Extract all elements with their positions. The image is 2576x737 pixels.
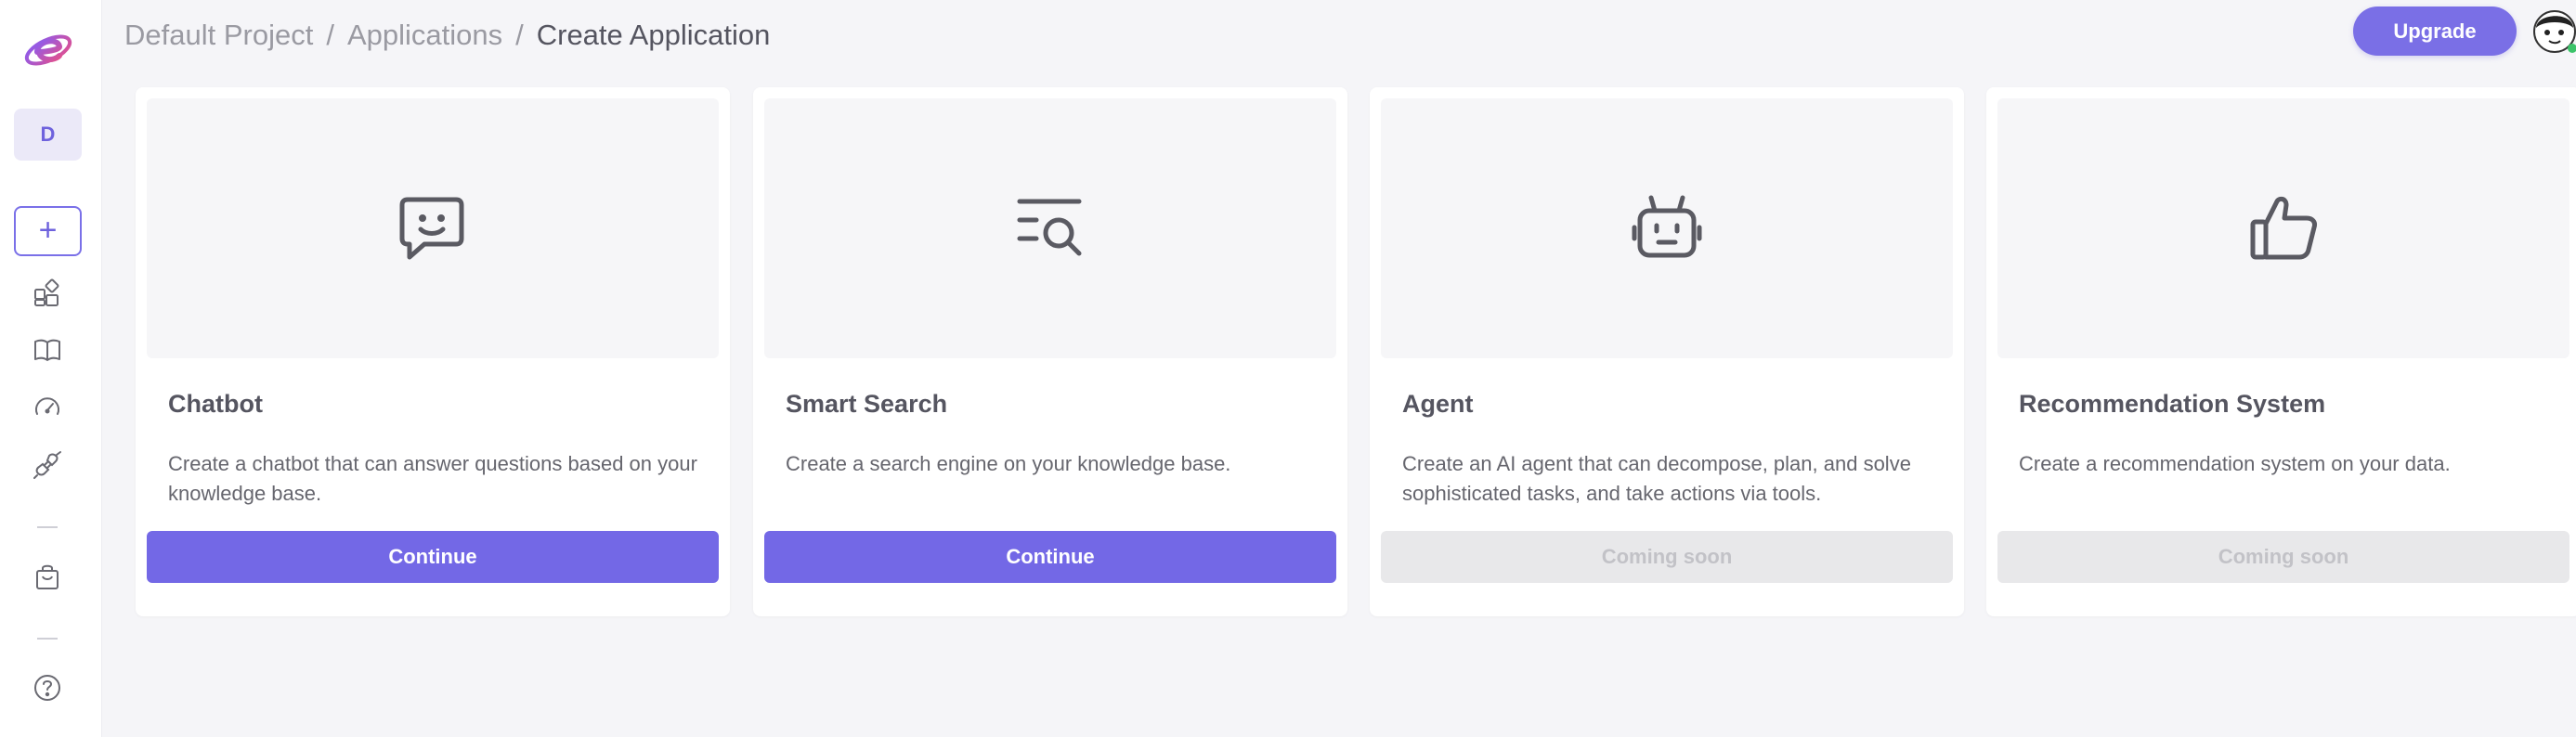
card-hero	[147, 98, 719, 358]
card-title: Recommendation System	[2019, 390, 2326, 418]
breadcrumb-item-applications[interactable]: Applications	[347, 19, 502, 52]
breadcrumb-current: Create Application	[536, 19, 771, 51]
card-description: Create a recommendation system on your d…	[2019, 452, 2451, 475]
breadcrumb-separator: /	[515, 19, 524, 51]
app-logo-icon[interactable]	[22, 24, 74, 74]
project-avatar[interactable]: D	[14, 109, 82, 161]
breadcrumb-item-project[interactable]: Default Project	[124, 19, 313, 52]
card-title: Smart Search	[786, 390, 948, 418]
breadcrumb-separator: /	[326, 19, 334, 51]
app-card-smart-search: Smart Search Create a search engine on y…	[753, 87, 1347, 616]
card-hero	[764, 98, 1336, 358]
card-title: Agent	[1402, 390, 1474, 418]
plug-icon[interactable]	[32, 449, 63, 481]
sidebar-divider	[37, 638, 58, 640]
thumbs-up-icon	[2250, 196, 2317, 260]
help-icon[interactable]	[32, 672, 63, 704]
coming-soon-button: Coming soon	[1381, 531, 1953, 583]
card-hero	[1381, 98, 1953, 358]
continue-button[interactable]: Continue	[764, 531, 1336, 583]
bag-icon[interactable]	[32, 561, 63, 592]
breadcrumb: Default Project / Applications / Create …	[124, 17, 770, 54]
app-card-chatbot: Chatbot Create a chatbot that can answer…	[136, 87, 730, 616]
card-description: Create a search engine on your knowledge…	[786, 452, 1231, 475]
card-description: Create a chatbot that can answer questio…	[168, 452, 697, 505]
sidebar: D +	[0, 0, 102, 737]
card-description: Create an AI agent that can decompose, p…	[1402, 452, 1911, 505]
add-button[interactable]: +	[14, 206, 82, 256]
card-title: Chatbot	[168, 390, 263, 418]
upgrade-button[interactable]: Upgrade	[2353, 6, 2517, 56]
apps-icon[interactable]	[32, 278, 63, 309]
app-card-agent: Agent Create an AI agent that can decomp…	[1370, 87, 1964, 616]
robot-icon	[1632, 195, 1702, 258]
card-hero	[1997, 98, 2569, 358]
search-list-icon	[1017, 199, 1082, 256]
user-avatar[interactable]	[2530, 6, 2576, 56]
app-card-recommendation-system: Recommendation System Create a recommend…	[1986, 87, 2576, 616]
chat-icon	[399, 197, 464, 260]
gauge-icon[interactable]	[32, 392, 63, 423]
sidebar-divider	[37, 526, 58, 528]
book-icon[interactable]	[32, 334, 63, 366]
continue-button[interactable]: Continue	[147, 531, 719, 583]
coming-soon-button: Coming soon	[1997, 531, 2569, 583]
